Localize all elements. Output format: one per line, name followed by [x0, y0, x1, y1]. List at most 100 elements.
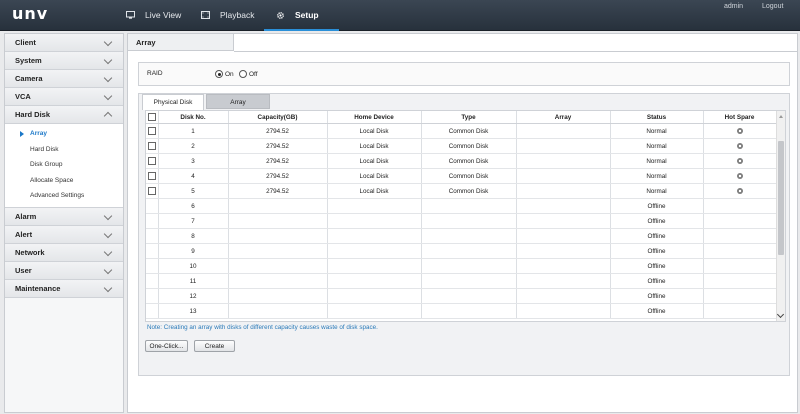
row-checkbox[interactable] [147, 127, 156, 135]
row-select-cell [146, 243, 159, 259]
scroll-thumb[interactable] [778, 141, 784, 255]
table-row[interactable]: 11 Offline [146, 273, 777, 289]
sidebar-group-label: Hard Disk [15, 110, 51, 119]
nav-playback[interactable]: Playback [201, 0, 255, 30]
sidebar-item-hard-disk[interactable]: Hard Disk [5, 142, 123, 158]
raid-setting: RAID On Off [138, 62, 790, 86]
active-arrow-icon [20, 131, 24, 137]
type-cell [421, 213, 517, 229]
gear-icon [276, 11, 285, 19]
sidebar-group-system[interactable]: System [5, 52, 123, 70]
select-all-checkbox[interactable] [147, 113, 156, 121]
sidebar-group-maintenance[interactable]: Maintenance [5, 279, 123, 298]
disk-no-cell: 13 [158, 303, 229, 319]
capacity-cell [228, 288, 328, 304]
chevron-down-icon [103, 211, 113, 220]
table-row[interactable]: 9 Offline [146, 243, 777, 259]
sidebar-item-allocate-space[interactable]: Allocate Space [5, 173, 123, 189]
sidebar-group-alert[interactable]: Alert [5, 225, 123, 244]
hot-spare-toggle-icon[interactable] [736, 127, 743, 134]
sidebar-item-disk-group[interactable]: Disk Group [5, 157, 123, 173]
one-click-button[interactable]: One-Click... [145, 340, 188, 352]
column-header[interactable]: Array [516, 111, 611, 124]
hot-spare-cell [703, 198, 777, 214]
array-cell [516, 138, 611, 154]
sidebar-group-hard-disk[interactable]: Hard Disk [5, 106, 123, 124]
table-row[interactable]: 10 Offline [146, 258, 777, 274]
create-button[interactable]: Create [194, 340, 235, 352]
sidebar-group-alarm[interactable]: Alarm [5, 207, 123, 226]
hot-spare-toggle-icon[interactable] [736, 172, 743, 179]
disk-no-cell: 2 [158, 138, 229, 154]
sidebar-group-vca[interactable]: VCA [5, 88, 123, 106]
nav-setup[interactable]: Setup [264, 0, 339, 31]
row-select-cell [146, 258, 159, 274]
table-row[interactable]: 12 Offline [146, 288, 777, 304]
tab-physical-disk[interactable]: Physical Disk [142, 94, 204, 110]
sidebar-group-client[interactable]: Client [5, 34, 123, 52]
array-cell [516, 273, 611, 289]
status-cell: Offline [610, 228, 704, 244]
row-checkbox[interactable] [147, 172, 156, 180]
row-checkbox[interactable] [147, 187, 156, 195]
table-row[interactable]: 4 2794.52 Local Disk Common Disk Normal [146, 168, 777, 184]
column-header[interactable]: Status [610, 111, 704, 124]
column-header[interactable]: Home Device [327, 111, 422, 124]
table-scrollbar[interactable] [776, 111, 785, 321]
type-cell [421, 198, 517, 214]
table-row[interactable]: 6 Offline [146, 198, 777, 214]
type-cell: Common Disk [421, 183, 517, 199]
status-cell: Offline [610, 258, 704, 274]
column-header[interactable]: Type [421, 111, 517, 124]
hot-spare-toggle-icon[interactable] [736, 187, 743, 194]
column-header[interactable]: Disk No. [158, 111, 229, 124]
table-row[interactable]: 1 2794.52 Local Disk Common Disk Normal [146, 123, 777, 139]
table-row[interactable]: 8 Offline [146, 228, 777, 244]
column-header[interactable]: Capacity(GB) [228, 111, 328, 124]
raid-off-radio[interactable]: Off [239, 70, 258, 78]
logout-link[interactable]: Logout [762, 3, 783, 10]
disk-no-cell: 1 [158, 123, 229, 139]
disk-no-cell: 4 [158, 168, 229, 184]
hot-spare-cell [703, 213, 777, 229]
row-checkbox[interactable] [147, 157, 156, 165]
chevron-down-icon [103, 37, 113, 47]
sidebar-group-camera[interactable]: Camera [5, 70, 123, 88]
sidebar-item-label: Advanced Settings [30, 192, 85, 199]
raid-on-radio[interactable]: On [215, 70, 234, 78]
tab-array[interactable]: Array [206, 94, 270, 109]
user-name[interactable]: admin [724, 3, 743, 10]
sidebar-group-label: Alarm [15, 211, 37, 221]
sidebar-group-label: Network [15, 247, 45, 257]
table-row[interactable]: 3 2794.52 Local Disk Common Disk Normal [146, 153, 777, 169]
table-row[interactable]: 13 Offline [146, 303, 777, 319]
table-row[interactable]: 2 2794.52 Local Disk Common Disk Normal [146, 138, 777, 154]
array-cell [516, 213, 611, 229]
table-row[interactable]: 7 Offline [146, 213, 777, 229]
nav-live-view[interactable]: Live View [126, 0, 181, 30]
sidebar-group-network[interactable]: Network [5, 243, 123, 262]
hot-spare-toggle-icon[interactable] [736, 142, 743, 149]
column-header[interactable]: Hot Spare [703, 111, 777, 124]
sidebar-item-array[interactable]: Array [5, 126, 123, 142]
film-icon [201, 11, 210, 19]
sidebar-group-user[interactable]: User [5, 261, 123, 280]
array-cell [516, 168, 611, 184]
chevron-down-icon[interactable] [776, 310, 785, 319]
home-device-cell [327, 273, 422, 289]
capacity-cell: 2794.52 [228, 123, 328, 139]
scroll-up-icon[interactable] [779, 115, 783, 118]
status-cell: Normal [610, 153, 704, 169]
sidebar-group-label: Camera [15, 74, 43, 83]
row-checkbox[interactable] [147, 142, 156, 150]
sidebar-item-advanced-settings[interactable]: Advanced Settings [5, 188, 123, 204]
sidebar-group-label: System [15, 56, 42, 65]
monitor-icon [126, 11, 135, 19]
table-row[interactable]: 5 2794.52 Local Disk Common Disk Normal [146, 183, 777, 199]
main-content: Array RAID On Off Physical Disk Array Di… [127, 33, 798, 413]
home-device-cell: Local Disk [327, 138, 422, 154]
chevron-down-icon [103, 283, 113, 292]
hot-spare-toggle-icon[interactable] [736, 157, 743, 164]
home-device-cell [327, 213, 422, 229]
status-cell: Normal [610, 138, 704, 154]
